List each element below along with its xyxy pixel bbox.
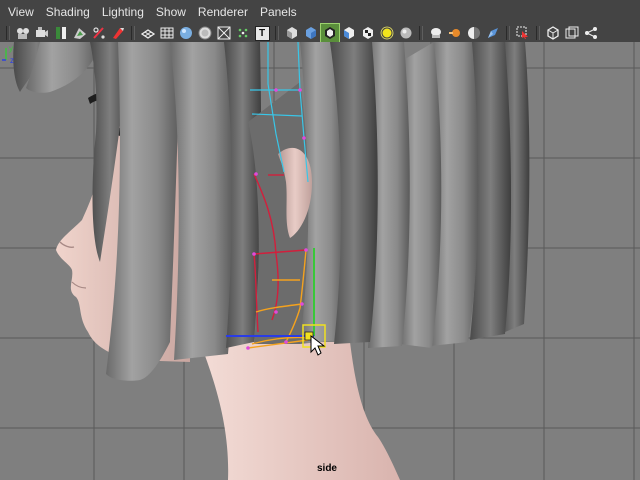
wireframe-icon[interactable] (158, 24, 176, 42)
default-lighting-icon[interactable] (234, 24, 252, 42)
depth-of-field-icon[interactable] (484, 24, 502, 42)
panel-menubar: View Shading Lighting Show Renderer Pane… (0, 0, 640, 24)
toolbar-separator (131, 26, 135, 40)
hair-strands[interactable] (13, 42, 378, 381)
grease-pencil-icon[interactable] (90, 24, 108, 42)
toolbar-separator (419, 26, 423, 40)
menu-lighting[interactable]: Lighting (96, 0, 150, 24)
menu-view[interactable]: View (2, 0, 40, 24)
safe-action-icon[interactable] (320, 23, 340, 43)
axis-label-y: y (9, 44, 13, 53)
multisample-icon[interactable] (465, 24, 483, 42)
field-chart-icon[interactable] (302, 24, 320, 42)
shadows-icon[interactable] (397, 24, 415, 42)
ambient-occlusion-icon[interactable] (427, 24, 445, 42)
four-pane-icon[interactable] (563, 24, 581, 42)
neck-mesh[interactable] (200, 342, 400, 480)
view-axis-gizmo-icon: y z (2, 44, 14, 65)
camera-attributes-icon[interactable] (14, 24, 32, 42)
isolate-select-icon[interactable] (340, 24, 358, 42)
motion-blur-icon[interactable] (446, 24, 464, 42)
film-gate-icon[interactable] (52, 24, 70, 42)
panel-toolbar: T (0, 23, 640, 43)
lights-icon[interactable] (378, 24, 396, 42)
toolbar-separator (6, 26, 10, 40)
grid-toggle-icon[interactable] (139, 24, 157, 42)
back-hair[interactable] (368, 42, 530, 348)
xray-icon[interactable] (215, 24, 233, 42)
menu-shading[interactable]: Shading (40, 0, 96, 24)
axis-label-z: z (10, 56, 14, 65)
camera-name-label: side (316, 463, 337, 474)
camera-tool-icon[interactable] (109, 24, 127, 42)
wireframe-on-shaded-icon[interactable] (196, 24, 214, 42)
smooth-shade-icon[interactable] (177, 24, 195, 42)
uv-display-icon[interactable] (359, 24, 377, 42)
menu-show[interactable]: Show (150, 0, 192, 24)
toolbar-separator (506, 26, 510, 40)
menu-renderer[interactable]: Renderer (192, 0, 254, 24)
image-plane-icon[interactable] (71, 24, 89, 42)
hypershade-icon[interactable] (582, 24, 600, 42)
toolbar-separator (536, 26, 540, 40)
viewport-scene[interactable] (0, 42, 640, 480)
menu-panels[interactable]: Panels (254, 0, 303, 24)
text-button-label: T (254, 25, 270, 41)
texture-toggle-icon[interactable]: T (253, 24, 271, 42)
resolution-gate-icon[interactable] (283, 24, 301, 42)
camera-bookmark-icon[interactable] (33, 24, 51, 42)
single-pane-icon[interactable] (544, 24, 562, 42)
select-camera-icon[interactable] (514, 24, 532, 42)
side-viewport[interactable]: side y z (0, 42, 640, 480)
toolbar-separator (275, 26, 279, 40)
